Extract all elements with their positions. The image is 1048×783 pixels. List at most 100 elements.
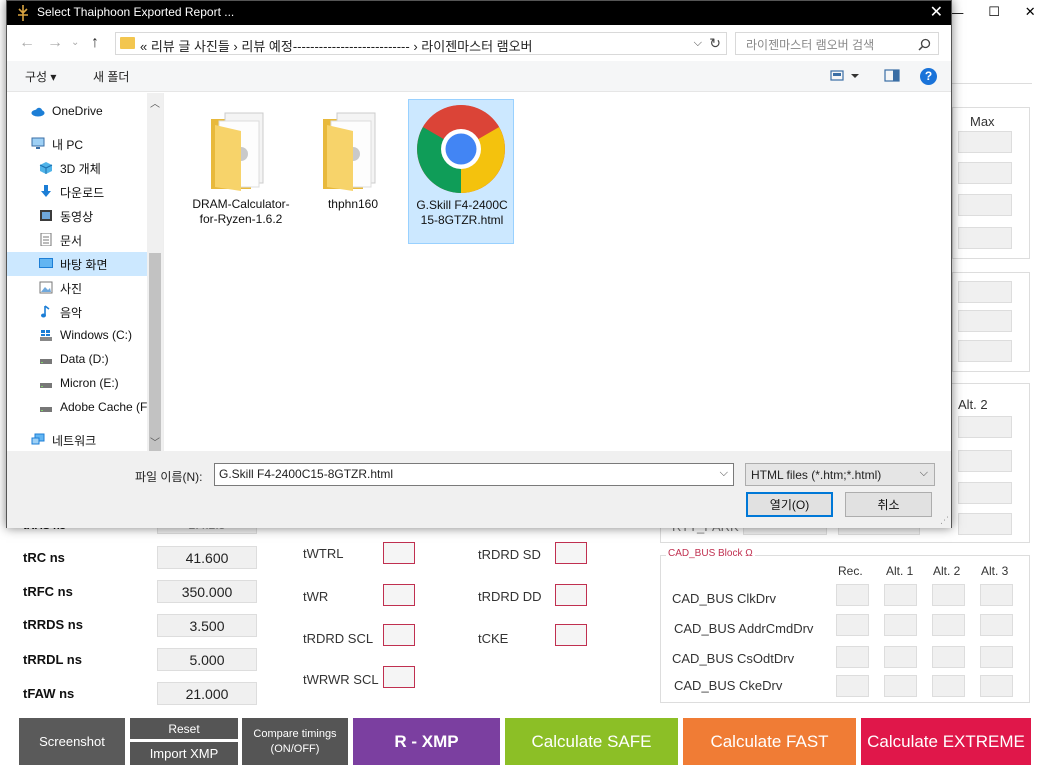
nav-item-drive-c[interactable]: Windows (C:) (7, 324, 147, 348)
calculate-fast-button[interactable]: Calculate FAST (683, 718, 856, 765)
max-label: Max (970, 114, 995, 129)
max-field[interactable] (958, 227, 1012, 249)
address-bar[interactable]: « 리뷰 글 사진들 › 리뷰 예정----------------------… (115, 32, 727, 55)
nav-item-pictures[interactable]: 사진 (7, 276, 147, 300)
nav-item-music[interactable]: 음악 (7, 300, 147, 324)
nav-item-drive-e[interactable]: Micron (E:) (7, 372, 147, 396)
filename-value[interactable]: G.Skill F4-2400C15-8GTZR.html (219, 467, 393, 481)
back-arrow-icon[interactable]: ← (19, 34, 35, 52)
maximize-button[interactable]: ☐ (988, 4, 1000, 20)
view-options-icon[interactable] (830, 69, 860, 83)
timing-label-right: tCKE (478, 631, 509, 646)
timing-value[interactable]: 41.600 (157, 546, 257, 569)
cad-field[interactable] (836, 584, 869, 606)
resize-grip-icon[interactable]: ⋰ (940, 515, 949, 526)
up-arrow-icon[interactable]: ↑ (91, 34, 99, 52)
cad-field[interactable] (836, 614, 869, 636)
compare-timings-button[interactable]: Compare timings (ON/OFF) (242, 718, 348, 765)
r-xmp-button[interactable]: R - XMP (353, 718, 500, 765)
cad-field[interactable] (884, 646, 917, 668)
max-field[interactable] (958, 131, 1012, 153)
alt2-field[interactable] (958, 513, 1012, 535)
help-icon[interactable]: ? (920, 68, 937, 85)
cancel-button[interactable]: 취소 (845, 492, 932, 517)
filename-label: 파일 이름(N): (135, 470, 203, 484)
timing-field-mid[interactable] (383, 666, 415, 688)
cad-field[interactable] (932, 675, 965, 697)
filename-input[interactable]: G.Skill F4-2400C15-8GTZR.html ⌵ (214, 463, 734, 486)
chevron-down-icon[interactable]: ⌵ (920, 467, 928, 480)
timing-field-right[interactable] (555, 584, 587, 606)
nav-item-documents[interactable]: 문서 (7, 228, 147, 252)
cad-field[interactable] (836, 646, 869, 668)
cad-field[interactable] (884, 584, 917, 606)
cad-field[interactable] (884, 675, 917, 697)
new-folder-button[interactable]: 새 폴더 (93, 68, 129, 85)
nav-item-this-pc[interactable]: 내 PC (7, 132, 147, 156)
calculate-safe-button[interactable]: Calculate SAFE (505, 718, 678, 765)
timing-field-mid[interactable] (383, 624, 415, 646)
calculate-extreme-button[interactable]: Calculate EXTREME (861, 718, 1031, 765)
scroll-up-icon[interactable]: ︿ (150, 95, 160, 110)
cad-field[interactable] (980, 675, 1013, 697)
scroll-down-icon[interactable]: ﹀ (150, 434, 160, 449)
timing-value[interactable]: 350.000 (157, 580, 257, 603)
nav-item-downloads[interactable]: 다운로드 (7, 180, 147, 204)
refresh-icon[interactable]: ↻ (709, 35, 721, 52)
recent-chevron-icon[interactable]: ⌄ (71, 37, 79, 48)
nav-item-desktop[interactable]: 바탕 화면 (7, 252, 147, 276)
file-item-html[interactable]: G.Skill F4-2400C15-8GTZR.html (408, 99, 514, 244)
value-field[interactable] (958, 310, 1012, 332)
value-field[interactable] (958, 281, 1012, 303)
folder-icon (211, 112, 264, 191)
screenshot-button[interactable]: Screenshot (19, 718, 125, 765)
close-icon[interactable]: ✕ (930, 2, 943, 22)
cad-field[interactable] (980, 646, 1013, 668)
nav-item-network[interactable]: 네트워크 (7, 428, 147, 452)
drive-icon (40, 407, 52, 412)
timing-field-mid[interactable] (383, 542, 415, 564)
value-field[interactable] (958, 340, 1012, 362)
file-item-folder[interactable]: DRAM-Calculator-for-Ryzen-1.6.2 (188, 99, 294, 244)
address-path[interactable]: « 리뷰 글 사진들 › 리뷰 예정----------------------… (140, 36, 533, 55)
timing-field-right[interactable] (555, 542, 587, 564)
preview-pane-icon[interactable] (884, 69, 900, 83)
nav-scrollbar[interactable]: ︿ ﹀ (147, 93, 163, 453)
import-xmp-button[interactable]: Import XMP (130, 742, 238, 765)
reset-button[interactable]: Reset (130, 718, 238, 739)
forward-arrow-icon[interactable]: → (47, 34, 63, 52)
timing-value[interactable]: 5.000 (157, 648, 257, 671)
cad-field[interactable] (980, 614, 1013, 636)
chevron-down-icon[interactable]: ⌵ (720, 467, 728, 480)
max-field[interactable] (958, 194, 1012, 216)
timing-field-mid[interactable] (383, 584, 415, 606)
alt2-field[interactable] (958, 482, 1012, 504)
cad-field[interactable] (932, 646, 965, 668)
file-item-folder[interactable]: thphn160 (300, 99, 406, 244)
filetype-select[interactable]: HTML files (*.htm;*.html) ⌵ (745, 463, 935, 486)
cad-field[interactable] (932, 614, 965, 636)
nav-item-onedrive[interactable]: OneDrive (7, 100, 147, 124)
alt2-field[interactable] (958, 450, 1012, 472)
nav-item-drive-d[interactable]: Data (D:) (7, 348, 147, 372)
organize-button[interactable]: 구성 ▾ (25, 68, 56, 85)
chevron-down-icon[interactable]: ⌵ (694, 37, 702, 50)
nav-item-drive-f[interactable]: Adobe Cache (F:) (7, 396, 147, 420)
scroll-thumb[interactable] (149, 253, 161, 453)
nav-item-3d-objects[interactable]: 3D 개체 (7, 156, 147, 180)
timing-value[interactable]: 3.500 (157, 614, 257, 637)
nav-item-videos[interactable]: 동영상 (7, 204, 147, 228)
cad-field[interactable] (836, 675, 869, 697)
timing-field-right[interactable] (555, 624, 587, 646)
cad-field[interactable] (884, 614, 917, 636)
cad-field[interactable] (932, 584, 965, 606)
max-field[interactable] (958, 162, 1012, 184)
search-icon[interactable] (918, 38, 931, 51)
search-box[interactable]: 라이젠마스터 램오버 검색 (735, 32, 939, 55)
open-button[interactable]: 열기(O) (746, 492, 833, 517)
minimize-button[interactable]: — (950, 5, 963, 20)
timing-value[interactable]: 21.000 (157, 682, 257, 705)
close-app-button[interactable]: ✕ (1025, 4, 1036, 20)
cad-field[interactable] (980, 584, 1013, 606)
alt2-field[interactable] (958, 416, 1012, 438)
